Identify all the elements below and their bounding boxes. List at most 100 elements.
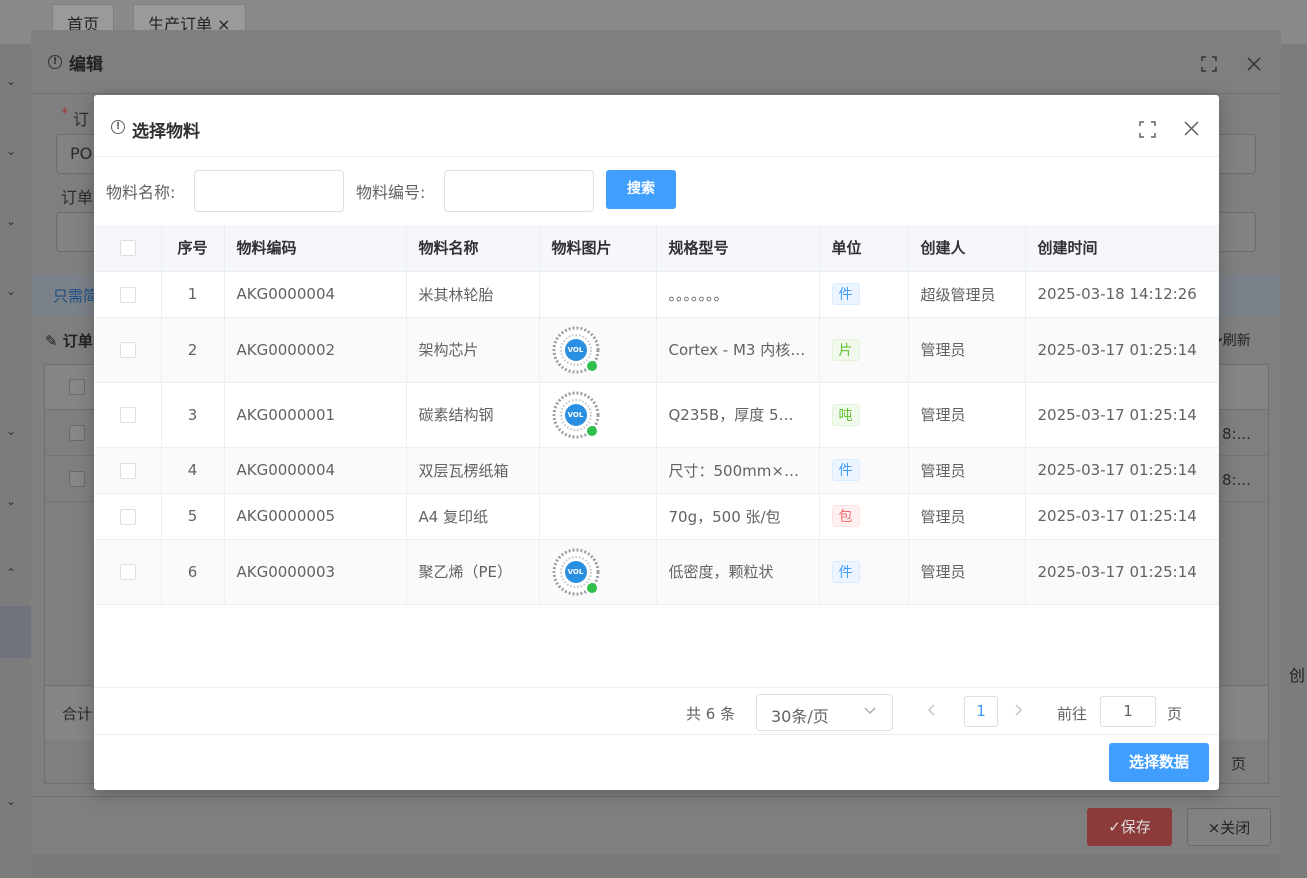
- dialog-footer: [94, 734, 1219, 790]
- cell-spec: Q235B，厚度 5mm: [656, 382, 820, 448]
- row-select-cell: [95, 271, 162, 318]
- check-icon: ✓: [1108, 818, 1121, 836]
- edit-icon: ✎: [45, 332, 58, 350]
- checkbox[interactable]: [69, 471, 85, 487]
- material-table: 序号 物料编码 物料名称 物料图片 规格型号 单位 创建人 创建时间 1 AKG0…: [95, 225, 1219, 605]
- cell-spec: 尺寸：500mm×400mm: [656, 447, 820, 494]
- unit-tag: 吨: [831, 403, 860, 426]
- table-row[interactable]: 6 AKG0000003 聚乙烯（PE） VOL 低密度，颗粒状件 管理员 2025-03-…: [95, 539, 1219, 605]
- cell-creator: 管理员: [908, 317, 1026, 383]
- column-header: 物料图片: [539, 225, 657, 272]
- cell-index: 5: [161, 493, 225, 540]
- fullscreen-icon[interactable]: [1139, 121, 1156, 138]
- material-code-input[interactable]: [444, 170, 594, 212]
- cell-name: 碳素结构钢: [406, 382, 540, 448]
- order-no-value: PO: [70, 144, 93, 163]
- edit-dialog-header: ! 编辑: [31, 30, 1281, 94]
- cell-image: VOL: [539, 382, 657, 448]
- chevron-down-icon[interactable]: ⌄: [6, 214, 20, 228]
- row-checkbox[interactable]: [119, 342, 136, 358]
- column-header: 物料编码: [224, 225, 407, 272]
- column-header: 创建时间: [1025, 225, 1219, 272]
- chevron-down-icon[interactable]: ⌄: [6, 284, 20, 298]
- row-checkbox[interactable]: [119, 286, 136, 303]
- cell-created: 2025-03-17 01:25:14: [1025, 493, 1219, 540]
- close-button[interactable]: ×关闭: [1187, 808, 1271, 846]
- cell-spec: 70g，500 张/包: [656, 493, 820, 540]
- chevron-up-icon[interactable]: ⌃: [6, 566, 20, 580]
- close-label: 关闭: [1220, 819, 1251, 837]
- fullscreen-icon[interactable]: [1201, 56, 1217, 72]
- chevron-down-icon: [863, 703, 877, 721]
- cell-code: AKG0000004: [224, 271, 407, 318]
- page-number-current[interactable]: 1: [964, 696, 998, 727]
- sidebar-active-item[interactable]: [0, 606, 31, 658]
- row-select-cell: [95, 382, 162, 448]
- row-select-cell: [95, 539, 162, 605]
- close-icon[interactable]: [1184, 121, 1199, 136]
- page-size-select[interactable]: 30条/页: [756, 694, 893, 731]
- chevron-down-icon[interactable]: ⌄: [6, 144, 20, 158]
- material-name-label: 物料名称:: [106, 183, 176, 202]
- checkbox[interactable]: [69, 425, 85, 441]
- material-image[interactable]: VOL: [552, 391, 600, 439]
- prev-page-icon[interactable]: [926, 703, 938, 721]
- cell-unit: 件: [819, 271, 909, 318]
- cell-creator: 管理员: [908, 493, 1026, 540]
- select-all-checkbox[interactable]: [119, 240, 136, 257]
- cell-spec: 。。。。。。。: [656, 271, 820, 318]
- chevron-down-icon[interactable]: ⌄: [6, 424, 20, 438]
- table-row[interactable]: 5 AKG0000005 A4 复印纸 70g，500 张/包包 管理员 2025-03-…: [95, 493, 1219, 540]
- image-badge-text: VOL: [567, 410, 584, 419]
- cell-name: 双层瓦楞纸箱: [406, 447, 540, 494]
- row-checkbox[interactable]: [119, 564, 136, 580]
- goto-page-input[interactable]: 1: [1100, 696, 1156, 727]
- material-image[interactable]: VOL: [552, 548, 600, 596]
- info-icon: !: [48, 55, 62, 69]
- material-name-input[interactable]: [194, 170, 344, 212]
- table-row[interactable]: 1 AKG0000004 米其林轮胎 。。。。。。。件 超级管理员 2025-03-18 …: [95, 271, 1219, 318]
- total-label: 合计: [62, 705, 93, 723]
- image-badge-text: VOL: [567, 345, 584, 354]
- table-row[interactable]: 3 AKG0000001 碳素结构钢 VOL Q235B，厚度 5mm 吨 管理员 2025-…: [95, 382, 1219, 448]
- chevron-down-icon[interactable]: ⌄: [6, 74, 20, 88]
- right-cut-text: 创: [1289, 666, 1306, 685]
- cell-created: 2025-03-17 01:25:14: [1025, 539, 1219, 605]
- table-row[interactable]: 4AKG0000004双层瓦楞纸箱 尺寸：500mm×400mm 件 管理员2025-…: [95, 447, 1219, 494]
- chevron-down-icon[interactable]: ⌄: [6, 794, 20, 808]
- unit-tag: 件: [831, 283, 860, 305]
- next-page-icon[interactable]: [1012, 703, 1024, 721]
- row-checkbox[interactable]: [119, 508, 136, 525]
- column-header: 创建人: [908, 225, 1026, 272]
- select-all-cell: [95, 225, 162, 272]
- cell-unit: 片: [819, 317, 909, 383]
- chevron-down-icon[interactable]: ⌄: [6, 494, 20, 508]
- cell-code: AKG0000001: [224, 382, 407, 448]
- search-button[interactable]: 搜索: [606, 170, 676, 209]
- select-data-button[interactable]: 选择数据: [1109, 743, 1209, 782]
- cell-image: VOL: [539, 317, 657, 383]
- table-row[interactable]: 2AKG0000002架构芯片 VOL Cortex - M3 内核，主频 72MH…: [95, 317, 1219, 383]
- cell-name: 聚乙烯（PE）: [406, 539, 540, 605]
- row-checkbox[interactable]: [119, 462, 136, 479]
- unit-tag: 包: [831, 505, 860, 527]
- refresh-label: 刷新: [1222, 333, 1251, 349]
- cell-index: 2: [161, 317, 225, 383]
- close-icon[interactable]: [1246, 56, 1262, 72]
- save-button[interactable]: ✓保存: [1087, 808, 1172, 846]
- cell-created: 2025-03-17 01:25:14: [1025, 382, 1219, 448]
- cell-created: 2025-03-17 01:25:14: [1025, 317, 1219, 383]
- checkbox[interactable]: [69, 379, 85, 395]
- row-select-cell: [95, 317, 162, 383]
- cell-creator: 管理员: [908, 447, 1026, 494]
- unit-tag: 件: [831, 459, 860, 481]
- row-checkbox[interactable]: [119, 407, 136, 423]
- cell-unit: 件: [819, 447, 909, 494]
- column-header: 单位: [819, 225, 909, 272]
- material-code-label: 物料编号:: [356, 183, 426, 202]
- unit-tag: 件: [831, 560, 860, 583]
- hint-text: 只需简: [53, 287, 99, 305]
- order-label-2: 订单: [61, 188, 94, 207]
- material-image[interactable]: VOL: [552, 326, 600, 374]
- dialog-title: 选择物料: [132, 122, 200, 142]
